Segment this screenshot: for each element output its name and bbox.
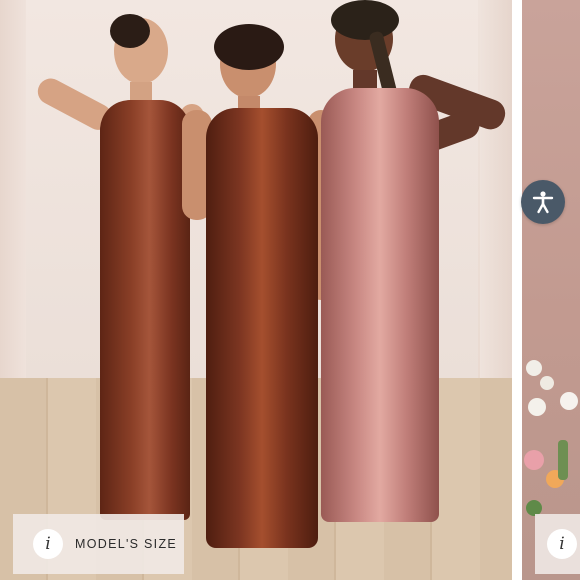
model-right (315, 0, 512, 530)
photo-wall-left (0, 0, 26, 405)
next-models-size-button[interactable]: i (535, 514, 580, 574)
next-product-photo[interactable] (522, 0, 580, 580)
product-photo[interactable] (0, 0, 512, 580)
accessibility-person-icon (532, 191, 554, 214)
models-size-button[interactable]: i MODEL'S SIZE (13, 514, 184, 574)
carousel-gap (512, 0, 522, 580)
product-image-carousel[interactable]: i MODEL'S SIZE i (0, 0, 580, 580)
models-size-label: MODEL'S SIZE (75, 537, 178, 551)
info-icon: i (33, 529, 63, 559)
info-icon: i (547, 529, 577, 559)
accessibility-button[interactable] (521, 180, 565, 224)
